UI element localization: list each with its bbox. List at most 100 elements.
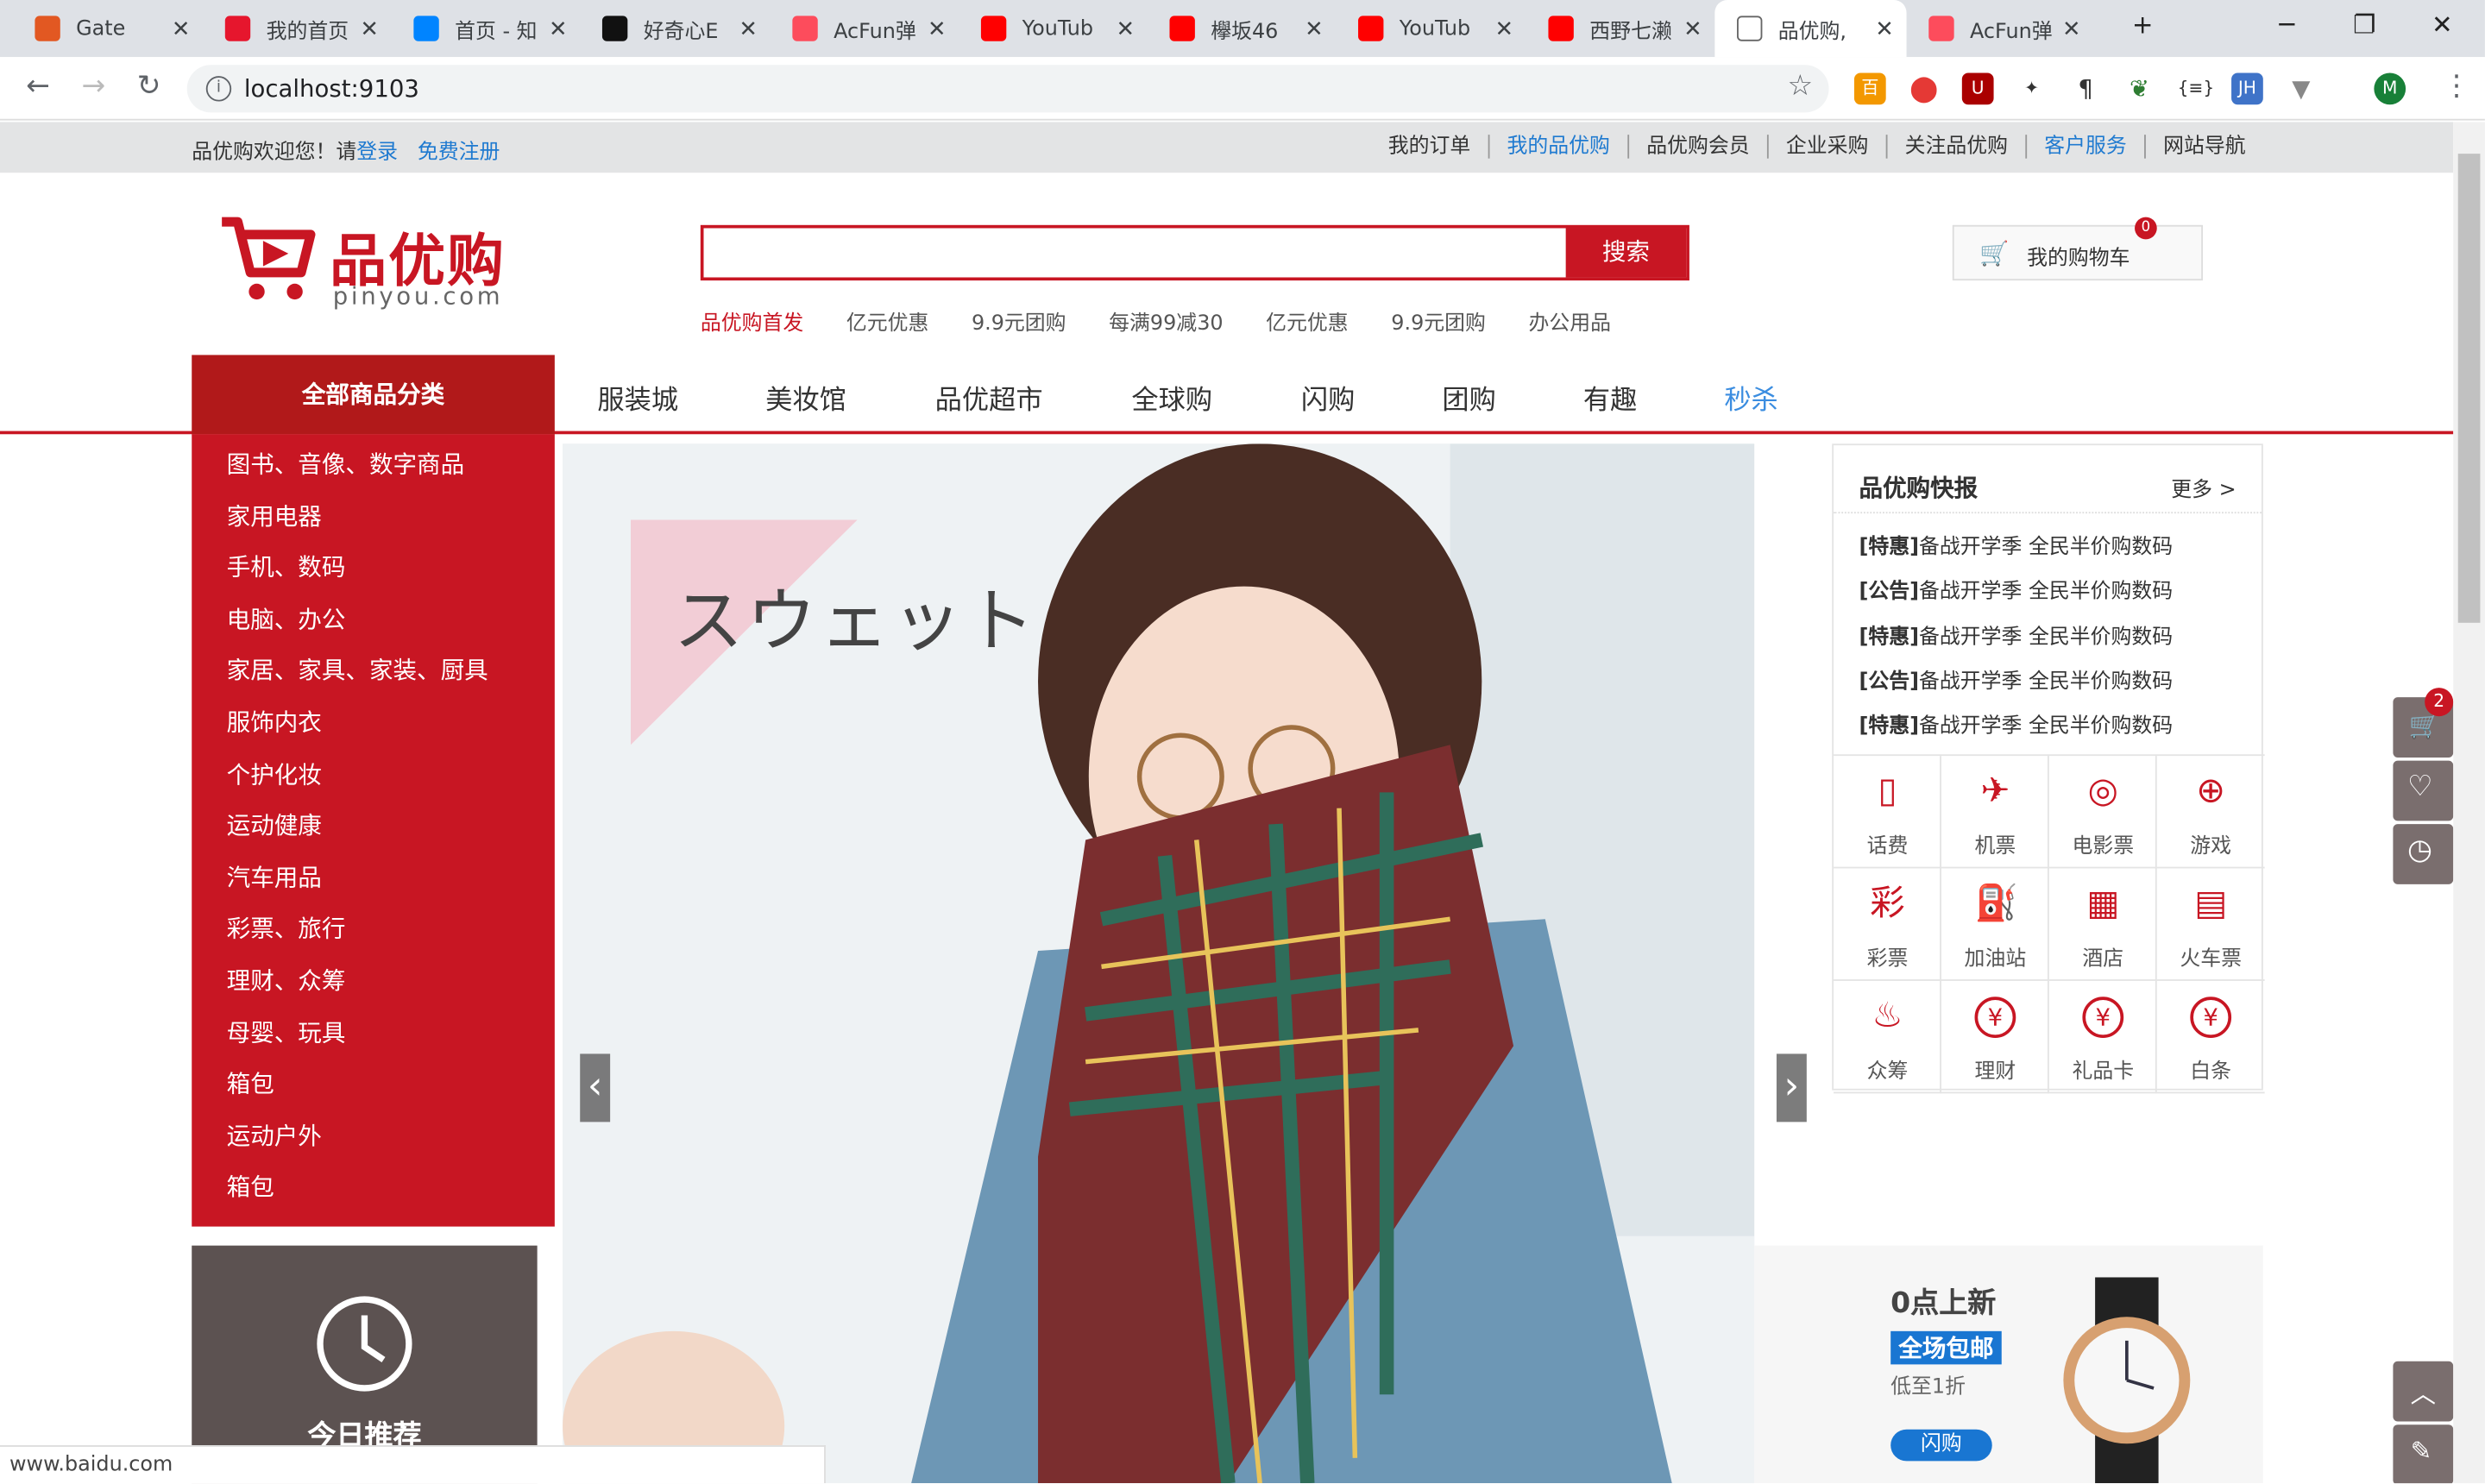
browser-tab[interactable]: 品优购, ✕ <box>1714 0 1907 58</box>
tab-close-icon[interactable]: ✕ <box>928 17 947 42</box>
info-icon[interactable]: i <box>205 76 232 102</box>
sidebar-cart-button[interactable]: 🛒 2 <box>2393 688 2454 758</box>
url-field[interactable]: i localhost:9103 ☆ <box>186 65 1829 113</box>
tab-close-icon[interactable]: ✕ <box>1875 17 1894 42</box>
news-item[interactable]: [特惠]备战开学季 全民半价购数码 <box>1859 708 2173 739</box>
nav-item[interactable]: 品优超市 <box>935 377 1043 417</box>
register-link[interactable]: 免费注册 <box>418 141 500 165</box>
login-link[interactable]: 登录 <box>356 141 398 165</box>
pilcrow-icon[interactable]: ¶ <box>2069 72 2102 105</box>
close-window-button[interactable]: ✕ <box>2406 0 2478 53</box>
service-cell[interactable]: ▯ 话费 <box>1834 756 1941 869</box>
nav-item[interactable]: 团购 <box>1442 377 1495 417</box>
tab-close-icon[interactable]: ✕ <box>172 17 191 42</box>
extension-icon[interactable]: 百 <box>1853 72 1886 105</box>
minimize-button[interactable]: ─ <box>2250 0 2323 53</box>
service-cell[interactable]: ¥ 礼品卡 <box>2048 980 2157 1094</box>
category-item[interactable]: 箱包 <box>227 1170 274 1204</box>
bookmark-star-icon[interactable]: ☆ <box>1788 70 1814 104</box>
nav-item[interactable]: 服装城 <box>597 377 678 417</box>
promo-flash[interactable]: 0点上新 全场包邮 低至1折 闪购 <box>1754 1245 2263 1484</box>
service-cell[interactable]: ♨ 众筹 <box>1834 980 1941 1094</box>
browser-tab[interactable]: 首页 - 知 ✕ <box>392 0 581 57</box>
news-more-link[interactable]: 更多 > <box>2171 472 2236 503</box>
banner-carousel[interactable]: スウェット <box>563 443 1755 1484</box>
tab-close-icon[interactable]: ✕ <box>1305 17 1324 42</box>
sidebar-history-button[interactable]: ◷ <box>2393 824 2454 884</box>
hot-word-link[interactable]: 9.9元团购 <box>1391 305 1486 336</box>
tab-close-icon[interactable]: ✕ <box>1683 17 1702 42</box>
hot-word-link[interactable]: 9.9元团购 <box>972 305 1066 336</box>
category-item[interactable]: 箱包 <box>227 1066 274 1100</box>
category-item[interactable]: 电脑、办公 <box>227 602 346 636</box>
back-icon[interactable]: ← <box>19 70 57 104</box>
browser-tab[interactable]: 西野七濑 ✕ <box>1526 0 1715 57</box>
category-item[interactable]: 运动健康 <box>227 808 322 842</box>
browser-tab[interactable]: AcFun弹 ✕ <box>771 0 959 57</box>
top-link[interactable]: 品优购会员 <box>1627 135 1767 159</box>
service-cell[interactable]: ◎ 电影票 <box>2048 756 2157 869</box>
tab-close-icon[interactable]: ✕ <box>1494 17 1513 42</box>
category-item[interactable]: 家用电器 <box>227 499 322 532</box>
browser-tab[interactable]: 好奇心E ✕ <box>580 0 770 57</box>
all-categories[interactable]: 全部商品分类 <box>192 355 555 435</box>
browser-tab[interactable]: Gate ✕ <box>13 0 203 57</box>
service-cell[interactable]: ⛽ 加油站 <box>1941 868 2049 981</box>
nav-item[interactable]: 有趣 <box>1583 377 1637 417</box>
tab-close-icon[interactable]: ✕ <box>739 17 758 42</box>
profile-avatar[interactable]: M <box>2374 72 2406 105</box>
nav-item[interactable]: 美妆馆 <box>765 377 846 417</box>
promo-button[interactable]: 闪购 <box>1890 1429 1992 1462</box>
top-link[interactable]: 企业采购 <box>1766 135 1886 159</box>
category-item[interactable]: 运动户外 <box>227 1118 322 1152</box>
reload-icon[interactable]: ↻ <box>130 70 168 104</box>
top-link[interactable]: 我的订单 <box>1371 135 1488 159</box>
back-to-top-button[interactable]: ︿ <box>2393 1361 2454 1422</box>
new-tab-button[interactable]: + <box>2106 0 2179 53</box>
extension-icon[interactable]: ✦ <box>2016 72 2048 105</box>
category-item[interactable]: 彩票、旅行 <box>227 912 346 946</box>
top-link[interactable]: 我的品优购 <box>1488 135 1627 159</box>
restore-button[interactable]: ❐ <box>2328 0 2400 53</box>
top-link[interactable]: 网站导航 <box>2144 135 2263 159</box>
tab-close-icon[interactable]: ✕ <box>2062 17 2081 42</box>
top-link[interactable]: 客户服务 <box>2025 135 2144 159</box>
service-cell[interactable]: ▦ 酒店 <box>2048 868 2157 981</box>
hot-word-link[interactable]: 每满99减30 <box>1109 305 1223 336</box>
browser-tab[interactable]: 欅坂46 ✕ <box>1148 0 1337 57</box>
feedback-button[interactable]: ✎ <box>2393 1424 2454 1484</box>
ublock-icon[interactable]: U <box>1961 72 1994 105</box>
browser-tab[interactable]: YouTub ✕ <box>1336 0 1526 57</box>
category-item[interactable]: 母婴、玩具 <box>227 1016 346 1049</box>
top-link[interactable]: 关注品优购 <box>1885 135 2026 159</box>
my-cart-button[interactable]: 🛒 我的购物车 0 <box>1952 217 2204 281</box>
menu-icon[interactable]: ⋮ <box>2438 70 2476 104</box>
nav-item[interactable]: 闪购 <box>1301 377 1355 417</box>
category-item[interactable]: 家居、家具、家装、厨具 <box>227 653 488 687</box>
hot-word-link[interactable]: 办公用品 <box>1529 305 1612 336</box>
banner-next-arrow[interactable]: › <box>1776 1053 1807 1122</box>
banner-prev-arrow[interactable]: ‹ <box>580 1053 611 1122</box>
news-item[interactable]: [公告]备战开学季 全民半价购数码 <box>1859 663 2173 695</box>
nav-item[interactable]: 秒杀 <box>1724 377 1777 417</box>
category-item[interactable]: 手机、数码 <box>227 550 346 584</box>
jh-icon[interactable]: JH <box>2231 72 2263 105</box>
nav-item[interactable]: 全球购 <box>1131 377 1212 417</box>
news-item[interactable]: [公告]备战开学季 全民半价购数码 <box>1859 574 2173 605</box>
category-item[interactable]: 图书、音像、数字商品 <box>227 447 465 481</box>
hot-word-link[interactable]: 亿元优惠 <box>1266 305 1349 336</box>
browser-tab[interactable]: 我的首页 ✕ <box>203 0 392 57</box>
category-item[interactable]: 理财、众筹 <box>227 964 346 997</box>
forward-icon[interactable]: → <box>74 70 112 104</box>
vue-icon[interactable]: ▼ <box>2285 72 2318 105</box>
json-icon[interactable]: {≡} <box>2177 72 2214 105</box>
service-cell[interactable]: ¥ 理财 <box>1941 980 2049 1094</box>
hot-word-link[interactable]: 品优购首发 <box>701 305 803 336</box>
service-cell[interactable]: ▤ 火车票 <box>2156 869 2265 981</box>
browser-tab[interactable]: YouTub ✕ <box>959 0 1148 57</box>
service-cell[interactable]: ⊕ 游戏 <box>2156 756 2265 869</box>
leaf-icon[interactable]: ❦ <box>2123 72 2155 105</box>
service-cell[interactable]: ✈ 机票 <box>1941 756 2049 869</box>
news-item[interactable]: [特惠]备战开学季 全民半价购数码 <box>1859 529 2173 560</box>
category-item[interactable]: 服饰内衣 <box>227 705 322 739</box>
